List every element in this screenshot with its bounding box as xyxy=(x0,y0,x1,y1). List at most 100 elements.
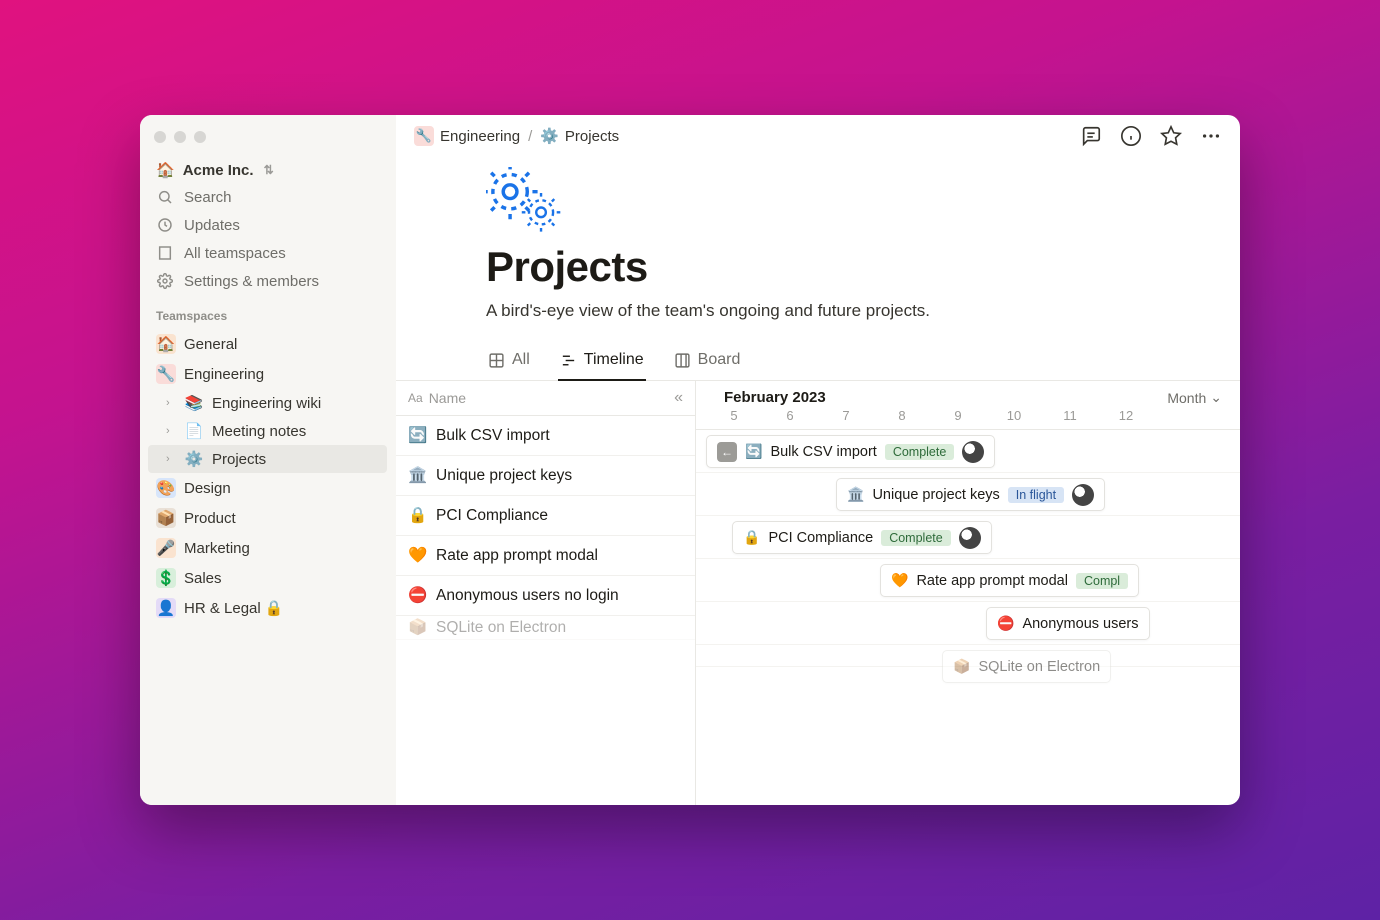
status-badge: In flight xyxy=(1008,487,1064,503)
sidebar-item-hr-legal[interactable]: 👤 HR & Legal 🔒 xyxy=(148,593,387,623)
sidebar-item-marketing[interactable]: 🎤 Marketing xyxy=(148,533,387,563)
card-title: SQLite on Electron xyxy=(978,659,1100,675)
timeline-card[interactable]: 🔒PCI ComplianceComplete xyxy=(732,521,992,554)
avatar xyxy=(1072,484,1094,506)
sidebar-item-meeting-notes[interactable]: › 📄 Meeting notes xyxy=(148,417,387,445)
row-name: Unique project keys xyxy=(436,467,572,485)
workspace-switcher[interactable]: 🏠 Acme Inc. ⇅ xyxy=(148,157,387,183)
timeline-grid[interactable]: February 2023 Month ⌄ 56789101112 ←🔄Bulk… xyxy=(696,381,1240,805)
timeline-card[interactable]: 🏛️Unique project keysIn flight xyxy=(836,478,1105,511)
app-window: 🏠 Acme Inc. ⇅ Search Updates All teamspa… xyxy=(140,115,1240,805)
home-icon: 🏠 xyxy=(156,161,175,179)
sidebar-all-teamspaces-label: All teamspaces xyxy=(184,245,286,262)
row-icon: 🏛️ xyxy=(408,466,426,485)
sidebar-section-label: Teamspaces xyxy=(148,295,387,329)
sidebar-item-engineering-wiki[interactable]: › 📚 Engineering wiki xyxy=(148,389,387,417)
sidebar-item-design[interactable]: 🎨 Design xyxy=(148,473,387,503)
tab-all[interactable]: All xyxy=(486,351,532,381)
sidebar-search[interactable]: Search xyxy=(148,183,387,211)
timeline-card[interactable]: 🧡Rate app prompt modalCompl xyxy=(880,564,1139,597)
page-content: Projects A bird's-eye view of the team's… xyxy=(396,151,1240,805)
caret-icon: › xyxy=(166,425,176,437)
table-row[interactable]: 🏛️ Unique project keys xyxy=(396,456,695,496)
breadcrumb-current[interactable]: ⚙️ Projects xyxy=(540,127,619,145)
traffic-min[interactable] xyxy=(174,131,186,143)
chevron-down-icon: ⌄ xyxy=(1210,389,1222,406)
avatar xyxy=(962,441,984,463)
page-icon: 📄 xyxy=(184,422,204,440)
sidebar-updates-label: Updates xyxy=(184,217,240,234)
collapse-button[interactable]: « xyxy=(674,389,683,407)
text-prop-icon: Aa xyxy=(408,391,423,405)
timeline-day: 12 xyxy=(1098,408,1154,423)
tab-timeline[interactable]: Timeline xyxy=(558,351,646,381)
comments-button[interactable] xyxy=(1080,125,1102,147)
sidebar-all-teamspaces[interactable]: All teamspaces xyxy=(148,239,387,267)
sidebar-item-projects[interactable]: › ⚙️ Projects xyxy=(148,445,387,473)
row-name: SQLite on Electron xyxy=(436,619,566,637)
timeline-day: 10 xyxy=(986,408,1042,423)
timeline-row: 📦SQLite on Electron xyxy=(696,645,1240,667)
traffic-close[interactable] xyxy=(154,131,166,143)
person-icon: 👤 xyxy=(156,598,176,618)
sidebar-item-sales[interactable]: 💲 Sales xyxy=(148,563,387,593)
sidebar-item-engineering[interactable]: 🔧 Engineering xyxy=(148,359,387,389)
timeline-scale-select[interactable]: Month ⌄ xyxy=(1167,389,1222,406)
card-title: Anonymous users xyxy=(1022,616,1138,632)
building-icon xyxy=(156,244,174,262)
page-icon-gears[interactable] xyxy=(486,167,1150,237)
sidebar-item-label: Marketing xyxy=(184,540,250,557)
timeline-day: 7 xyxy=(818,408,874,423)
table-row[interactable]: 🔄Bulk CSV import xyxy=(396,416,695,456)
sidebar-item-label: Meeting notes xyxy=(212,423,306,440)
timeline-card[interactable]: ⛔Anonymous users xyxy=(986,607,1150,640)
timeline-card[interactable]: ←🔄Bulk CSV importComplete xyxy=(706,435,995,468)
mic-icon: 🎤 xyxy=(156,538,176,558)
status-badge: Complete xyxy=(885,444,955,460)
card-icon: 🔒 xyxy=(743,529,760,546)
workspace-name: Acme Inc. xyxy=(183,162,254,179)
timeline-card[interactable]: 📦SQLite on Electron xyxy=(942,650,1111,683)
breadcrumb-parent[interactable]: 🔧 Engineering xyxy=(414,126,520,146)
info-button[interactable] xyxy=(1120,125,1142,147)
sidebar-updates[interactable]: Updates xyxy=(148,211,387,239)
table-row[interactable]: ⛔Anonymous users no login xyxy=(396,576,695,616)
sidebar-item-product[interactable]: 📦 Product xyxy=(148,503,387,533)
page-subtitle[interactable]: A bird's-eye view of the team's ongoing … xyxy=(486,301,1150,321)
breadcrumb-parent-label: Engineering xyxy=(440,128,520,145)
tab-board[interactable]: Board xyxy=(672,351,743,381)
sidebar-item-label: Product xyxy=(184,510,236,527)
avatar xyxy=(959,527,981,549)
row-icon: 🔄 xyxy=(408,426,426,445)
page-title[interactable]: Projects xyxy=(486,243,1150,291)
row-name: PCI Compliance xyxy=(436,507,548,525)
search-icon xyxy=(156,188,174,206)
table-row[interactable]: 🧡 Rate app prompt modal xyxy=(396,536,695,576)
clock-icon xyxy=(156,216,174,234)
card-title: PCI Compliance xyxy=(768,530,873,546)
timeline-row: 🏛️Unique project keysIn flight xyxy=(696,473,1240,516)
sidebar-search-label: Search xyxy=(184,189,232,206)
sidebar-item-label: General xyxy=(184,336,237,353)
page-header: Projects A bird's-eye view of the team's… xyxy=(396,159,1240,321)
traffic-max[interactable] xyxy=(194,131,206,143)
timeline-month-label: February 2023 xyxy=(724,389,826,406)
row-icon: 🧡 xyxy=(408,546,426,565)
favorite-button[interactable] xyxy=(1160,125,1182,147)
tab-label: All xyxy=(512,351,530,369)
timeline-row: ⛔Anonymous users xyxy=(696,602,1240,645)
sidebar-settings[interactable]: Settings & members xyxy=(148,267,387,295)
gear-icon xyxy=(156,272,174,290)
timeline-day: 11 xyxy=(1042,408,1098,423)
sidebar-item-general[interactable]: 🏠 General xyxy=(148,329,387,359)
dollar-icon: 💲 xyxy=(156,568,176,588)
card-title: Unique project keys xyxy=(872,487,999,503)
row-name: Rate app prompt modal xyxy=(436,547,598,565)
more-button[interactable] xyxy=(1200,125,1222,147)
name-column-header: Aa Name « xyxy=(396,381,695,416)
table-row[interactable]: 📦SQLite on Electron xyxy=(396,616,695,640)
table-row[interactable]: 🔒PCI Compliance xyxy=(396,496,695,536)
timeline-day: 5 xyxy=(706,408,762,423)
breadcrumb-current-label: Projects xyxy=(565,128,619,145)
sidebar-item-label: Engineering wiki xyxy=(212,395,321,412)
